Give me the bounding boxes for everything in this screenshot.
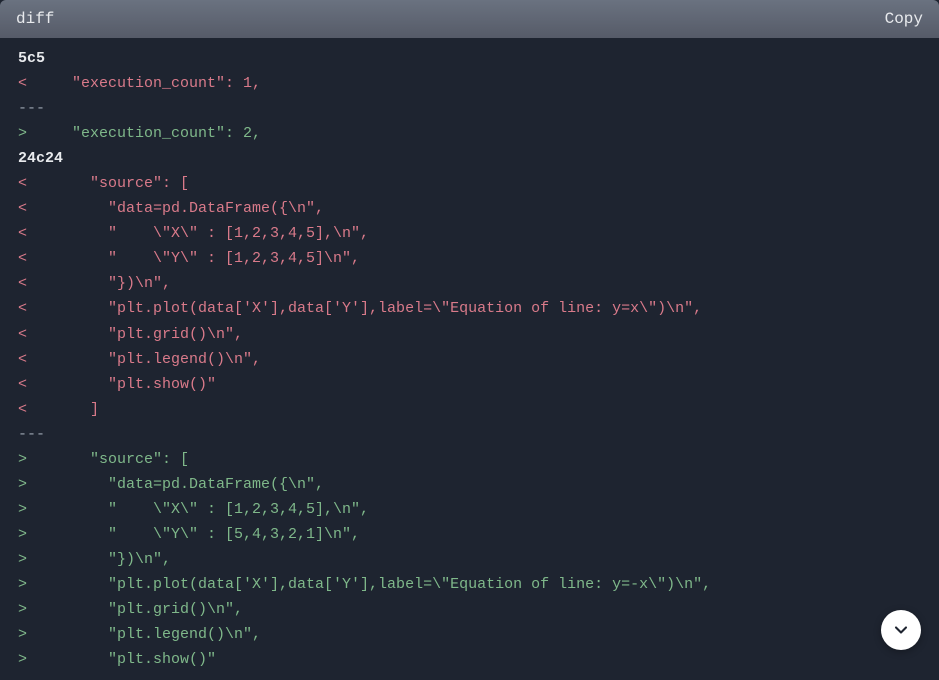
code-line: 5c5: [18, 46, 921, 71]
code-line: > "data=pd.DataFrame({\n",: [18, 472, 921, 497]
code-line: > " \"Y\" : [5,4,3,2,1]\n",: [18, 522, 921, 547]
code-line: ---: [18, 96, 921, 121]
language-label: diff: [16, 10, 54, 28]
code-line: < "data=pd.DataFrame({\n",: [18, 196, 921, 221]
code-line: > "plt.show()": [18, 647, 921, 672]
code-line: > "source": [: [18, 447, 921, 472]
chevron-down-icon: [891, 620, 911, 640]
code-line: < "source": [: [18, 171, 921, 196]
code-line: > " \"X\" : [1,2,3,4,5],\n",: [18, 497, 921, 522]
code-line: < "plt.plot(data['X'],data['Y'],label=\"…: [18, 296, 921, 321]
code-block-header: diff Copy: [0, 0, 939, 38]
code-line: < " \"X\" : [1,2,3,4,5],\n",: [18, 221, 921, 246]
code-line: < "execution_count": 1,: [18, 71, 921, 96]
code-content: 5c5< "execution_count": 1,---> "executio…: [0, 38, 939, 680]
code-line: > "plt.grid()\n",: [18, 597, 921, 622]
code-line: > "})\n",: [18, 547, 921, 572]
code-line: < " \"Y\" : [1,2,3,4,5]\n",: [18, 246, 921, 271]
code-line: > "plt.plot(data['X'],data['Y'],label=\"…: [18, 572, 921, 597]
code-line: > "execution_count": 2,: [18, 121, 921, 146]
copy-button[interactable]: Copy: [885, 10, 923, 28]
code-line: ---: [18, 422, 921, 447]
code-line: < "plt.show()": [18, 372, 921, 397]
code-line: 24c24: [18, 146, 921, 171]
code-line: > "plt.legend()\n",: [18, 622, 921, 647]
scroll-down-button[interactable]: [881, 610, 921, 650]
code-line: < "plt.grid()\n",: [18, 322, 921, 347]
code-line: < "plt.legend()\n",: [18, 347, 921, 372]
code-line: < ]: [18, 397, 921, 422]
code-line: < "})\n",: [18, 271, 921, 296]
